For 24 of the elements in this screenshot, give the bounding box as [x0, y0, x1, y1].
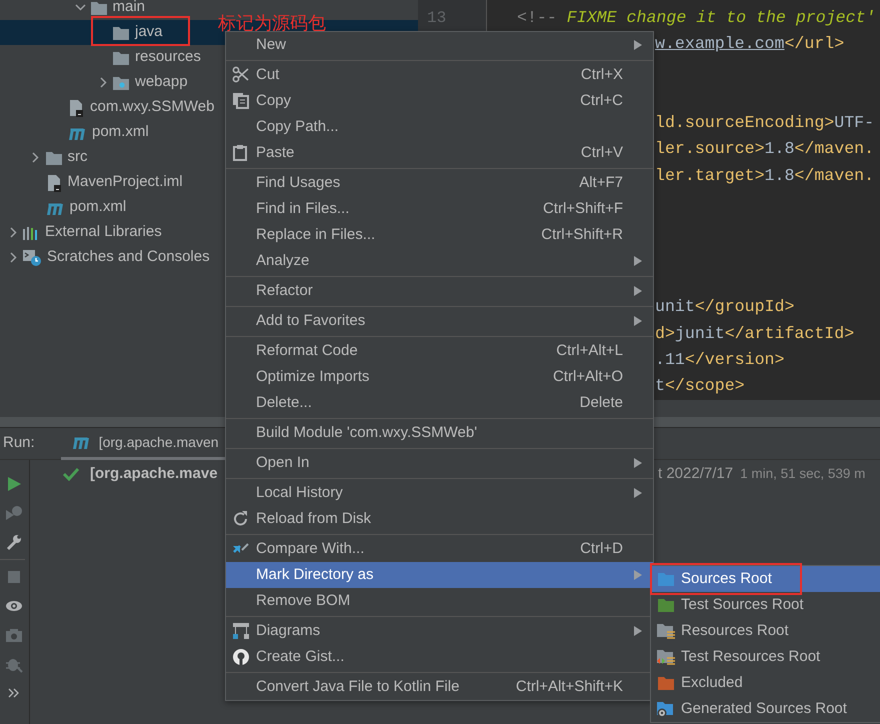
- shortcut-text: Alt+F7: [579, 172, 623, 193]
- code-line: .11</version>: [655, 348, 784, 371]
- code-line: <!-- FIXME change it to the project': [517, 7, 876, 29]
- shortcut-text: Ctrl+Alt+O: [552, 366, 623, 387]
- run-result-label: [org.apache.mave: [90, 464, 218, 484]
- shortcut-text: Ctrl+D: [580, 538, 623, 559]
- result-date: t 2022/7/17: [658, 464, 734, 484]
- code-line: w.example.com</url>: [655, 33, 844, 56]
- code-line: d>junit</artifactId>: [655, 322, 854, 345]
- shortcut-text: Ctrl+Alt+Shift+K: [516, 676, 623, 697]
- shortcut-text: Delete: [580, 392, 623, 413]
- shortcut-text: Ctrl+Alt+L: [556, 340, 623, 361]
- code-line: ld.sourceEncoding>UTF-: [655, 112, 874, 134]
- shortcut-text: Ctrl+V: [580, 142, 623, 163]
- code-line: ler.target>1.8</maven.: [655, 164, 874, 187]
- panel-label: Run:: [2, 433, 35, 454]
- code-line: t</scope>: [655, 375, 745, 398]
- result-duration: 1 min, 51 sec, 539 m: [740, 464, 866, 483]
- shortcut-text: Ctrl+Shift+F: [542, 198, 623, 219]
- shortcut-text: Ctrl+Shift+R: [541, 224, 623, 245]
- shortcut-text: Ctrl+X: [580, 64, 623, 85]
- shortcut-text: Ctrl+C: [580, 90, 623, 111]
- code-line: ler.source>1.8</maven.: [655, 138, 874, 160]
- code-line: unit</groupId>: [655, 296, 794, 318]
